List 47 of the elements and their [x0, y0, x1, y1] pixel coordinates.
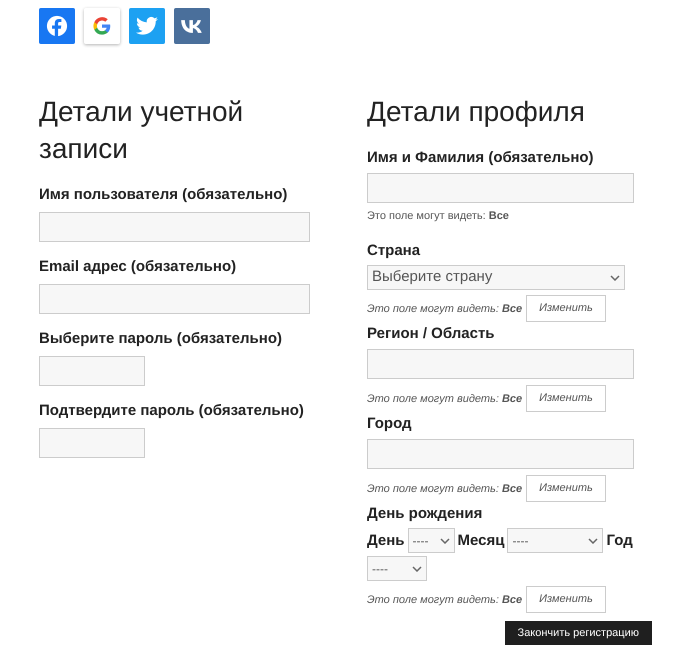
- section-title: Детали профиля: [367, 95, 586, 129]
- facebook-login-button[interactable]: [39, 8, 75, 44]
- change-button[interactable]: Изменить: [526, 295, 606, 322]
- visibility-note: Это поле могут видеть: Все: [367, 392, 522, 406]
- visibility-note: Это поле могут видеть: Все: [367, 482, 522, 496]
- input-field[interactable]: [39, 356, 145, 386]
- select-field[interactable]: ----: [367, 556, 427, 581]
- field-label: Email адрес (обязательно): [39, 257, 238, 277]
- input-field[interactable]: [367, 349, 634, 379]
- select-field[interactable]: Выберите страну: [367, 265, 625, 290]
- vk-icon: [181, 20, 203, 32]
- date-label: День: [367, 530, 404, 550]
- bird-icon: [136, 16, 158, 36]
- change-button[interactable]: Изменить: [526, 475, 606, 502]
- section-title: Детали учетной записи: [39, 95, 244, 166]
- input-field[interactable]: [39, 428, 145, 458]
- google-icon: [93, 17, 111, 35]
- input-field[interactable]: [367, 439, 634, 469]
- caret-icon: [588, 538, 598, 544]
- field-label: Имя пользователя (обязательно): [39, 185, 288, 205]
- field-label: Город: [367, 414, 413, 434]
- caret-icon: [610, 274, 620, 280]
- date-label: Год: [606, 530, 633, 550]
- select-field[interactable]: ----: [507, 528, 604, 553]
- field-label: Подтвердите пароль (обязательно): [39, 401, 305, 421]
- visibility-note: Это поле могут видеть: Все: [367, 592, 522, 606]
- field-label: Имя и Фамилия (обязательно): [367, 148, 595, 168]
- field-label: День рождения: [367, 504, 484, 524]
- select-field[interactable]: ----: [408, 528, 454, 553]
- twitter-login-button[interactable]: [129, 8, 165, 44]
- caret-icon: [412, 566, 422, 572]
- field-label: Страна: [367, 241, 422, 261]
- visibility-note: Это поле могут видеть: Все: [367, 302, 522, 316]
- visibility-note: Это поле могут видеть: Все: [367, 209, 509, 223]
- input-field[interactable]: [39, 212, 310, 242]
- input-field[interactable]: [39, 284, 310, 314]
- input-field[interactable]: [367, 173, 634, 203]
- date-label: Месяц: [458, 530, 504, 550]
- caret-icon: [440, 538, 450, 544]
- change-button[interactable]: Изменить: [526, 385, 606, 412]
- vk-login-button[interactable]: [174, 8, 210, 44]
- submit-button[interactable]: Закончить регистрацию: [504, 621, 652, 645]
- google-login-button[interactable]: [84, 8, 120, 44]
- change-button[interactable]: Изменить: [526, 586, 606, 613]
- facebook-icon: [46, 15, 68, 37]
- field-label: Выберите пароль (обязательно): [39, 329, 283, 349]
- field-label: Регион / Область: [367, 324, 496, 344]
